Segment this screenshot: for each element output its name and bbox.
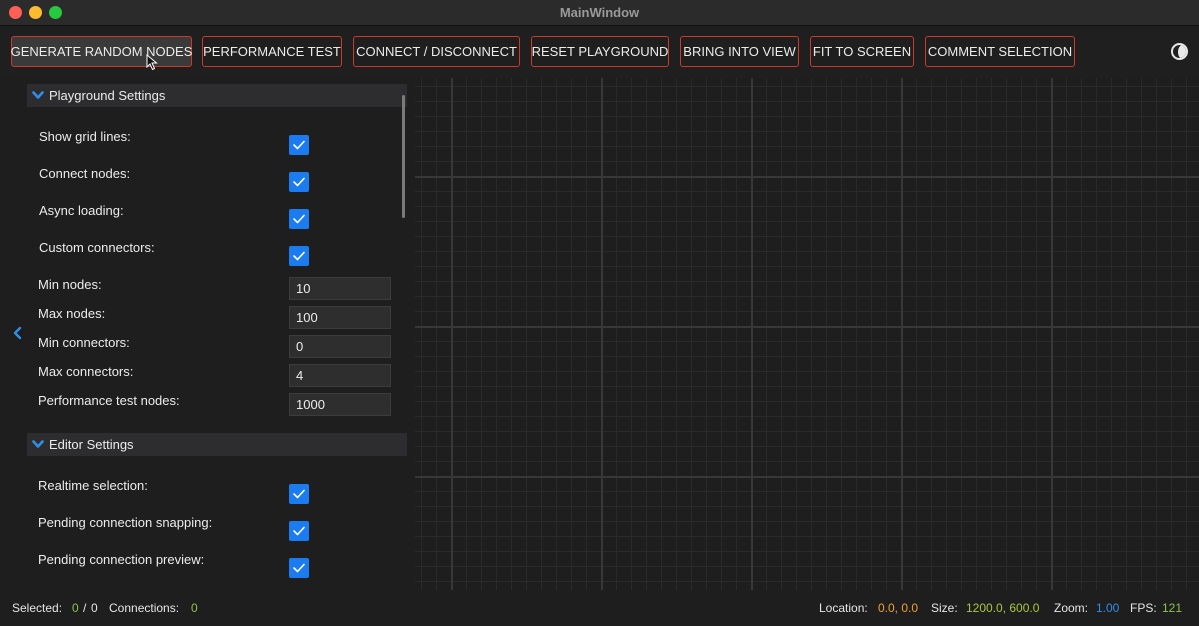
fps-value: 121 — [1162, 601, 1183, 615]
min-nodes-input[interactable]: 10 — [289, 277, 391, 300]
settings-panel: Playground Settings Show grid lines: Con… — [27, 84, 407, 590]
location-label: Location: — [819, 601, 868, 615]
custom-connectors-label: Custom connectors: — [39, 240, 155, 255]
connections-value: 0 — [191, 601, 198, 615]
pending-connection-snapping-checkbox[interactable] — [289, 521, 309, 541]
zoom-value: 1.00 — [1096, 601, 1120, 615]
checkmark-icon — [293, 177, 305, 187]
fps-label: FPS: — [1130, 601, 1157, 615]
mouse-cursor-icon — [146, 54, 158, 71]
title-bar: MainWindow — [0, 0, 1199, 26]
connect-nodes-checkbox[interactable] — [289, 172, 309, 192]
custom-connectors-checkbox[interactable] — [289, 246, 309, 266]
connect-disconnect-button[interactable]: CONNECT / DISCONNECT — [353, 36, 520, 67]
checkmark-icon — [293, 140, 305, 150]
checkmark-icon — [293, 563, 305, 573]
performance-test-button[interactable]: PERFORMANCE TEST — [202, 36, 342, 67]
status-bar: Selected: 0 / 0 Connections: 0 Location:… — [0, 590, 1199, 626]
fit-to-screen-button[interactable]: FIT TO SCREEN — [810, 36, 914, 67]
min-connectors-label: Min connectors: — [38, 335, 130, 350]
async-loading-label: Async loading: — [39, 203, 124, 218]
max-connectors-label: Max connectors: — [38, 364, 134, 379]
selected-count: 0 — [72, 601, 79, 615]
checkmark-icon — [293, 526, 305, 536]
pending-connection-preview-checkbox[interactable] — [289, 558, 309, 578]
selected-separator: / — [83, 601, 87, 615]
pending-connection-snapping-label: Pending connection snapping: — [38, 515, 213, 530]
collapse-panel-icon[interactable] — [12, 326, 24, 340]
settings-scrollbar[interactable] — [402, 95, 405, 218]
max-connectors-input[interactable]: 4 — [289, 364, 391, 387]
zoom-label: Zoom: — [1054, 601, 1089, 615]
selected-total: 0 — [91, 601, 98, 615]
window-title: MainWindow — [559, 5, 640, 20]
show-grid-lines-label: Show grid lines: — [39, 129, 131, 144]
toolbar: GENERATE RANDOM NODES PERFORMANCE TEST C… — [0, 26, 1199, 78]
checkmark-icon — [293, 489, 305, 499]
checkmark-icon — [293, 251, 305, 261]
selected-label: Selected: — [12, 601, 63, 615]
editor-settings-title: Editor Settings — [49, 437, 134, 452]
bring-into-view-button[interactable]: BRING INTO VIEW — [680, 36, 799, 67]
theme-toggle-icon[interactable] — [1171, 43, 1188, 60]
realtime-selection-label: Realtime selection: — [38, 478, 148, 493]
min-connectors-input[interactable]: 0 — [289, 335, 391, 358]
size-label: Size: — [931, 601, 958, 615]
pending-connection-preview-label: Pending connection preview: — [38, 552, 205, 567]
async-loading-checkbox[interactable] — [289, 209, 309, 229]
min-nodes-label: Min nodes: — [38, 277, 102, 292]
show-grid-lines-checkbox[interactable] — [289, 135, 309, 155]
performance-test-nodes-input[interactable]: 1000 — [289, 393, 391, 416]
playground-settings-title: Playground Settings — [49, 88, 166, 103]
playground-settings-header[interactable]: Playground Settings — [27, 84, 407, 107]
max-nodes-input[interactable]: 100 — [289, 306, 391, 329]
realtime-selection-checkbox[interactable] — [289, 484, 309, 504]
generate-random-nodes-button[interactable]: GENERATE RANDOM NODES — [11, 36, 192, 67]
comment-selection-button[interactable]: COMMENT SELECTION — [925, 36, 1075, 67]
connect-nodes-label: Connect nodes: — [39, 166, 131, 181]
chevron-down-icon — [27, 84, 49, 107]
location-value: 0.0, 0.0 — [878, 601, 919, 615]
performance-test-nodes-label: Performance test nodes: — [38, 393, 180, 408]
editor-settings-header[interactable]: Editor Settings — [27, 433, 407, 456]
reset-playground-button[interactable]: RESET PLAYGROUND — [531, 36, 669, 67]
node-editor-canvas[interactable] — [415, 78, 1199, 590]
checkmark-icon — [293, 214, 305, 224]
connections-label: Connections: — [109, 601, 180, 615]
size-value: 1200.0, 600.0 — [966, 601, 1040, 615]
max-nodes-label: Max nodes: — [38, 306, 106, 321]
chevron-down-icon — [27, 433, 49, 456]
